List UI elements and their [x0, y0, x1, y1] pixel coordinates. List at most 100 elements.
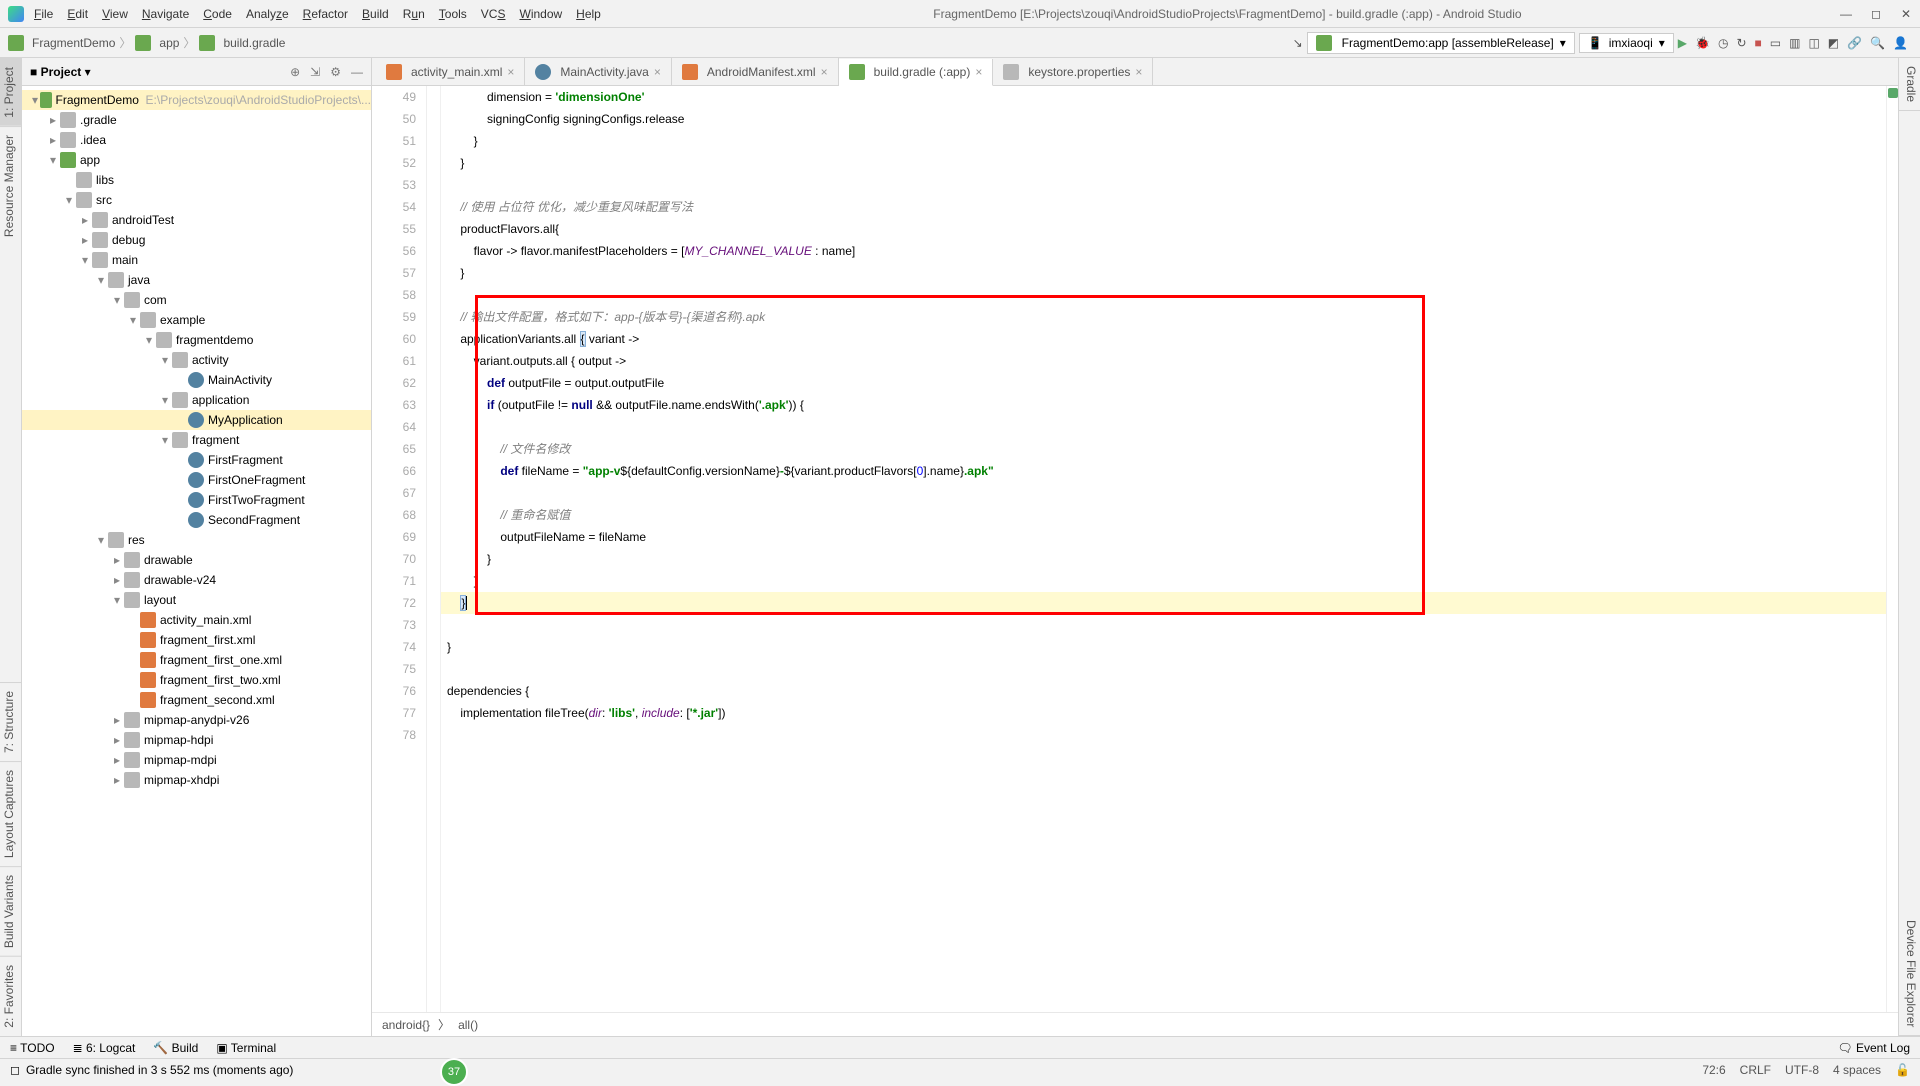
locate-icon[interactable]: ⊕ — [290, 65, 300, 79]
tree-item[interactable]: ▸mipmap-xhdpi — [22, 770, 371, 790]
code-breadcrumb[interactable]: android{}〉all() — [372, 1012, 1898, 1036]
tree-item[interactable]: ▾res — [22, 530, 371, 550]
error-stripe[interactable] — [1886, 86, 1898, 1012]
minimize-icon[interactable]: — — [1840, 8, 1852, 20]
sync-gradle-icon[interactable]: ↘ — [1293, 36, 1303, 50]
left-tab-structure[interactable]: 7: Structure — [0, 682, 21, 761]
menu-code[interactable]: Code — [203, 7, 232, 21]
tree-item[interactable]: ▾example — [22, 310, 371, 330]
notification-bubble[interactable]: 37 — [440, 1058, 468, 1086]
editor-tab[interactable]: build.gradle (:app)× — [839, 59, 994, 86]
bottom-tab-todo[interactable]: ≡ TODO — [10, 1041, 55, 1055]
bottom-tab-logcat[interactable]: ≣ 6: Logcat — [73, 1041, 136, 1055]
tab-close-icon[interactable]: × — [821, 65, 828, 79]
editor-tab[interactable]: MainActivity.java× — [525, 58, 672, 85]
tree-item[interactable]: ▾fragment — [22, 430, 371, 450]
run-icon[interactable]: ▶ — [1678, 36, 1687, 50]
line-separator[interactable]: CRLF — [1740, 1063, 1771, 1077]
gear-icon[interactable]: ⚙ — [330, 65, 341, 79]
tree-item[interactable]: ▸mipmap-mdpi — [22, 750, 371, 770]
tab-close-icon[interactable]: × — [975, 65, 982, 79]
right-tab-device-file-explorer[interactable]: Device File Explorer — [1899, 912, 1920, 1036]
readonly-lock-icon[interactable]: 🔓 — [1895, 1063, 1910, 1077]
layout-inspector-icon[interactable]: ◫ — [1808, 36, 1819, 50]
menu-window[interactable]: Window — [519, 7, 562, 21]
attach-debugger-icon[interactable]: ↻ — [1736, 36, 1746, 50]
right-tab-gradle[interactable]: Gradle — [1899, 58, 1920, 111]
tree-item[interactable]: ▾src — [22, 190, 371, 210]
line-number-gutter[interactable]: 4950515253545556575859606162636465666768… — [372, 86, 427, 1012]
tree-item[interactable]: ▸mipmap-hdpi — [22, 730, 371, 750]
left-tab-favorites[interactable]: 2: Favorites — [0, 956, 21, 1036]
project-tree[interactable]: ▾FragmentDemo E:\Projects\zouqi\AndroidS… — [22, 86, 371, 1036]
tree-item[interactable]: activity_main.xml — [22, 610, 371, 630]
tree-item[interactable]: fragment_first_two.xml — [22, 670, 371, 690]
tab-close-icon[interactable]: × — [507, 65, 514, 79]
tree-item[interactable]: MyApplication — [22, 410, 371, 430]
breadcrumb[interactable]: FragmentDemo 〉 app 〉 build.gradle — [8, 34, 285, 51]
tree-item[interactable]: ▾FragmentDemo E:\Projects\zouqi\AndroidS… — [22, 90, 371, 110]
profile-icon[interactable]: ◷ — [1718, 36, 1728, 50]
left-tab-project[interactable]: 1: Project — [0, 58, 21, 126]
menu-edit[interactable]: Edit — [67, 7, 88, 21]
menu-tools[interactable]: Tools — [439, 7, 467, 21]
menu-run[interactable]: Run — [403, 7, 425, 21]
tree-item[interactable]: ▾application — [22, 390, 371, 410]
left-tab-layout-captures[interactable]: Layout Captures — [0, 761, 21, 866]
bottom-tab-terminal[interactable]: ▣ Terminal — [216, 1041, 276, 1055]
search-everywhere-icon[interactable]: 🔍 — [1870, 36, 1885, 50]
menu-help[interactable]: Help — [576, 7, 601, 21]
menu-build[interactable]: Build — [362, 7, 389, 21]
left-tab-build-variants[interactable]: Build Variants — [0, 866, 21, 956]
editor-tab[interactable]: AndroidManifest.xml× — [672, 58, 839, 85]
tree-item[interactable]: FirstOneFragment — [22, 470, 371, 490]
device-dropdown[interactable]: 📱imxiaoqi▾ — [1579, 33, 1674, 53]
tree-item[interactable]: ▾app — [22, 150, 371, 170]
maximize-icon[interactable]: ◻ — [1870, 8, 1882, 20]
caret-position[interactable]: 72:6 — [1702, 1063, 1725, 1077]
fold-gutter[interactable] — [427, 86, 441, 1012]
tree-item[interactable]: ▾java — [22, 270, 371, 290]
tree-item[interactable]: FirstFragment — [22, 450, 371, 470]
sdk-manager-icon[interactable]: ▥ — [1789, 36, 1800, 50]
app-links-icon[interactable]: 🔗 — [1847, 36, 1862, 50]
expand-icon[interactable]: ⇲ — [310, 65, 320, 79]
tree-item[interactable]: SecondFragment — [22, 510, 371, 530]
tree-item[interactable]: MainActivity — [22, 370, 371, 390]
avd-manager-icon[interactable]: ▭ — [1770, 36, 1781, 50]
tab-close-icon[interactable]: × — [1135, 65, 1142, 79]
tree-item[interactable]: fragment_second.xml — [22, 690, 371, 710]
event-log-button[interactable]: 🗨 Event Log — [1837, 1041, 1910, 1055]
menu-vcs[interactable]: VCS — [481, 7, 506, 21]
bottom-tab-build[interactable]: 🔨 Build — [153, 1041, 198, 1055]
user-icon[interactable]: 👤 — [1893, 36, 1908, 50]
tree-item[interactable]: fragment_first_one.xml — [22, 650, 371, 670]
tree-item[interactable]: libs — [22, 170, 371, 190]
tree-item[interactable]: ▾com — [22, 290, 371, 310]
menu-view[interactable]: View — [102, 7, 128, 21]
menu-file[interactable]: File — [34, 7, 53, 21]
menu-refactor[interactable]: Refactor — [303, 7, 348, 21]
run-config-dropdown[interactable]: FragmentDemo:app [assembleRelease]▾ — [1307, 32, 1575, 54]
tree-item[interactable]: FirstTwoFragment — [22, 490, 371, 510]
code-content[interactable]: 💡 ▶ dimension = 'dimensionOne' signingCo… — [441, 86, 1886, 1012]
tree-item[interactable]: ▾layout — [22, 590, 371, 610]
editor-tab[interactable]: keystore.properties× — [993, 58, 1153, 85]
menu-navigate[interactable]: Navigate — [142, 7, 189, 21]
menu-analyze[interactable]: Analyze — [246, 7, 289, 21]
debug-icon[interactable]: 🐞 — [1695, 36, 1710, 50]
tree-item[interactable]: ▸mipmap-anydpi-v26 — [22, 710, 371, 730]
tree-item[interactable]: ▸drawable — [22, 550, 371, 570]
tree-item[interactable]: ▾activity — [22, 350, 371, 370]
tree-item[interactable]: ▸.gradle — [22, 110, 371, 130]
close-icon[interactable]: ✕ — [1900, 8, 1912, 20]
tree-item[interactable]: ▾fragmentdemo — [22, 330, 371, 350]
tree-item[interactable]: fragment_first.xml — [22, 630, 371, 650]
tree-item[interactable]: ▾main — [22, 250, 371, 270]
tree-item[interactable]: ▸debug — [22, 230, 371, 250]
indent-setting[interactable]: 4 spaces — [1833, 1063, 1881, 1077]
tree-item[interactable]: ▸androidTest — [22, 210, 371, 230]
file-encoding[interactable]: UTF-8 — [1785, 1063, 1819, 1077]
tree-item[interactable]: ▸drawable-v24 — [22, 570, 371, 590]
tab-close-icon[interactable]: × — [654, 65, 661, 79]
